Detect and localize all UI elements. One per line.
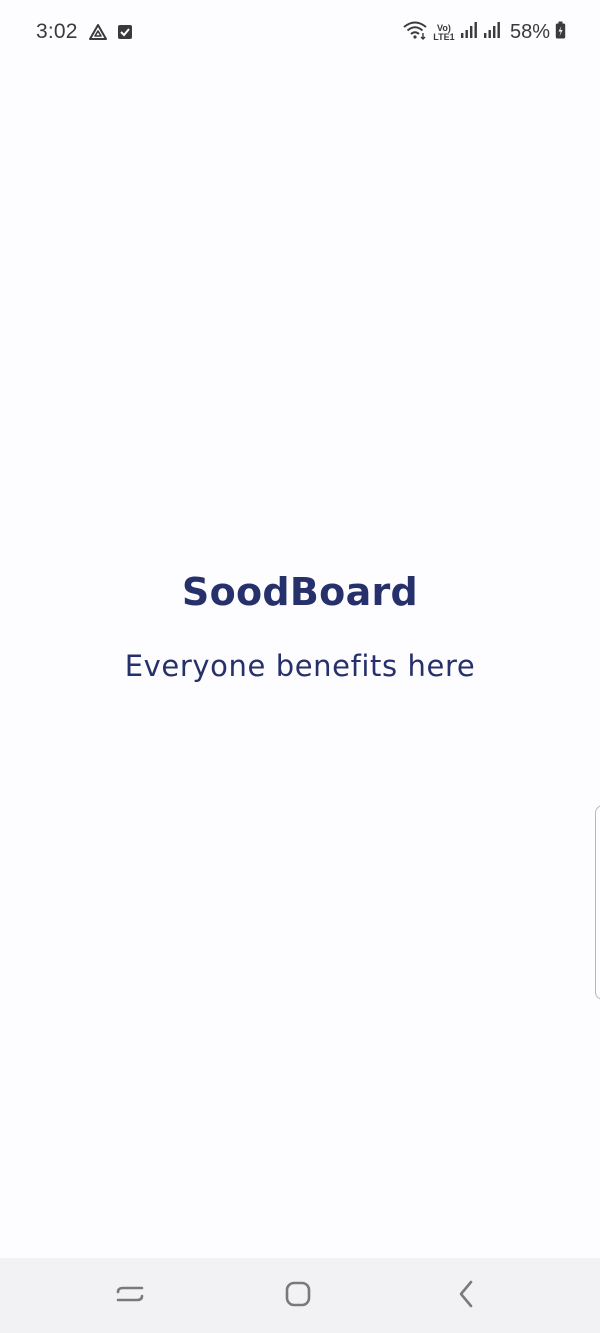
home-icon xyxy=(284,1280,312,1313)
app-title: SoodBoard xyxy=(181,570,419,614)
home-button[interactable] xyxy=(278,1276,318,1316)
battery-percentage: 58% xyxy=(509,21,550,43)
battery-charging-icon xyxy=(555,21,566,44)
status-bar: 3:02 Vo) LTE1 58% xyxy=(0,0,600,68)
lte-label: LTE1 xyxy=(433,31,455,42)
navigation-bar xyxy=(0,1258,600,1333)
signal-icon-2 xyxy=(483,21,501,44)
drive-triangle-icon xyxy=(88,23,108,46)
volte-lte-indicator: Vo) LTE1 xyxy=(433,23,455,42)
signal-icon-1 xyxy=(460,21,478,44)
status-system-icons: Vo) LTE1 58% xyxy=(402,20,566,45)
wifi-icon xyxy=(402,20,428,45)
back-icon xyxy=(456,1279,476,1314)
checkbox-icon xyxy=(117,24,133,45)
back-button[interactable] xyxy=(446,1276,486,1316)
edge-panel-handle[interactable] xyxy=(595,805,600,1000)
recents-icon xyxy=(115,1282,145,1311)
app-tagline: Everyone benefits here xyxy=(124,649,476,683)
status-time: 3:02 xyxy=(36,20,78,43)
status-notification-icons xyxy=(88,23,133,46)
recents-button[interactable] xyxy=(110,1276,150,1316)
